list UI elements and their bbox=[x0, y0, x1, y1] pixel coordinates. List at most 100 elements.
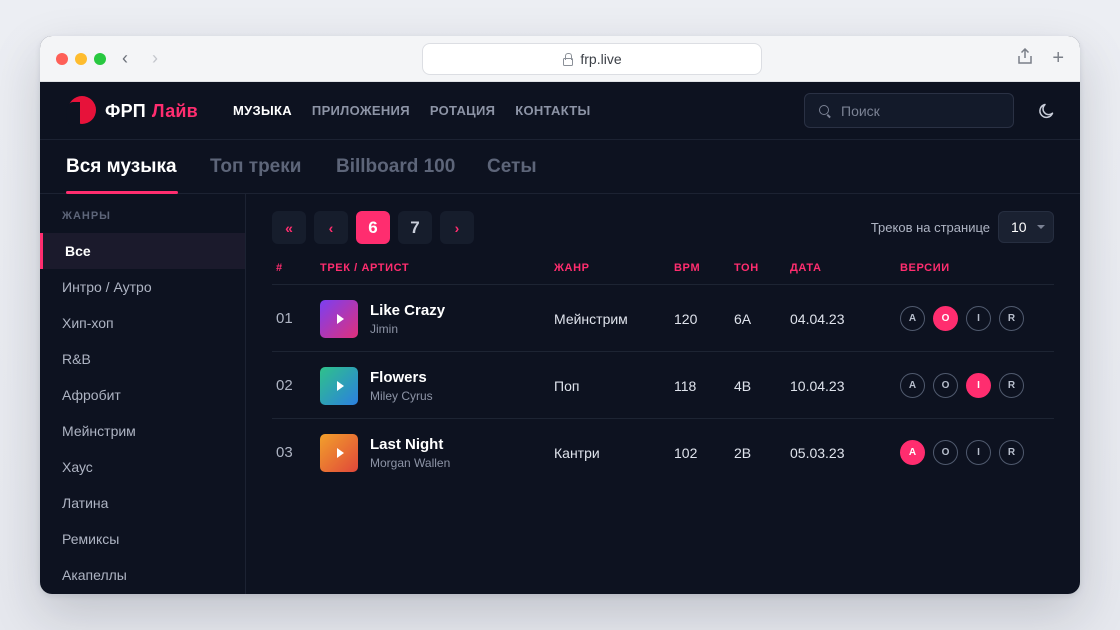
versions-group: A O I R bbox=[900, 306, 1032, 331]
logo-name: ФРП bbox=[105, 100, 146, 121]
version-i-button[interactable]: I bbox=[966, 373, 991, 398]
sidebar-item-remixes[interactable]: Ремиксы bbox=[40, 521, 245, 557]
page-6-button[interactable]: 6 bbox=[356, 211, 390, 244]
sidebar-item-intro-outro[interactable]: Интро / Аутро bbox=[40, 269, 245, 305]
zoom-window-button[interactable] bbox=[94, 53, 106, 65]
version-r-button[interactable]: R bbox=[999, 306, 1024, 331]
prev-page-button[interactable]: ‹ bbox=[314, 211, 348, 244]
per-page-select[interactable]: 10 bbox=[998, 211, 1054, 243]
version-buttons: A O I R bbox=[900, 285, 1032, 352]
pagination: « ‹ 6 7 › bbox=[272, 211, 482, 244]
lock-icon bbox=[562, 53, 574, 66]
tab-billboard-100[interactable]: Billboard 100 bbox=[336, 156, 455, 178]
track-info: Flowers Miley Cyrus bbox=[370, 369, 433, 403]
track-date: 04.04.23 bbox=[790, 310, 845, 327]
track-number: 03 bbox=[276, 444, 293, 461]
track-title[interactable]: Like Crazy bbox=[370, 302, 445, 319]
track-bpm: 118 bbox=[674, 377, 697, 394]
versions-group: A O I R bbox=[900, 373, 1032, 398]
version-r-button[interactable]: R bbox=[999, 373, 1024, 398]
table-header: # ТРЕК / АРТИСТ ЖАНР BPM ТОН ДАТА ВЕРСИИ bbox=[272, 262, 1054, 284]
track-bpm: 120 bbox=[674, 310, 698, 327]
app-header: ФРП Лайв МУЗЫКА ПРИЛОЖЕНИЯ РОТАЦИЯ КОНТАК… bbox=[40, 82, 1080, 140]
tab-top-tracks[interactable]: Топ треки bbox=[210, 156, 301, 178]
versions-group: A O I R bbox=[900, 440, 1032, 465]
minimize-window-button[interactable] bbox=[75, 53, 87, 65]
track-key: 2B bbox=[734, 444, 752, 461]
sidebar-item-rnb[interactable]: R&B bbox=[40, 341, 245, 377]
table-row[interactable]: 02 Flowers Miley Cyrus Поп 118 4B 10.04.… bbox=[272, 351, 1054, 418]
close-window-button[interactable] bbox=[56, 53, 68, 65]
nav-item-music[interactable]: МУЗЫКА bbox=[233, 103, 292, 118]
play-button[interactable] bbox=[320, 433, 358, 472]
track-cell: Like Crazy Jimin bbox=[320, 285, 445, 352]
track-artist[interactable]: Morgan Wallen bbox=[370, 456, 450, 470]
forward-arrow-icon[interactable]: › bbox=[152, 48, 158, 68]
nav-item-contacts[interactable]: КОНТАКТЫ bbox=[515, 103, 590, 118]
track-artist[interactable]: Jimin bbox=[370, 322, 445, 336]
browser-toolbar: ‹ › frp.live + bbox=[40, 36, 1080, 82]
version-a-button[interactable]: A bbox=[900, 440, 925, 465]
first-page-button[interactable]: « bbox=[272, 211, 306, 244]
track-genre: Поп bbox=[554, 377, 580, 394]
track-cell: Last Night Morgan Wallen bbox=[320, 419, 450, 486]
sidebar-item-house[interactable]: Хаус bbox=[40, 449, 245, 485]
track-key: 4B bbox=[734, 377, 752, 394]
play-icon bbox=[336, 313, 344, 324]
sidebar-item-mainstream[interactable]: Мейнстрим bbox=[40, 413, 245, 449]
version-i-button[interactable]: I bbox=[966, 306, 991, 331]
nav-item-apps[interactable]: ПРИЛОЖЕНИЯ bbox=[312, 103, 410, 118]
sidebar-item-acapellas[interactable]: Акапеллы bbox=[40, 557, 245, 593]
play-button[interactable] bbox=[320, 299, 358, 338]
version-i-button[interactable]: I bbox=[966, 440, 991, 465]
track-date: 10.04.23 bbox=[790, 377, 845, 394]
nav-item-rotation[interactable]: РОТАЦИЯ bbox=[430, 103, 495, 118]
track-genre: Мейнстрим bbox=[554, 310, 628, 327]
track-title[interactable]: Last Night bbox=[370, 436, 450, 453]
per-page-control: Треков на странице 10 bbox=[871, 211, 1054, 243]
moon-icon[interactable] bbox=[1038, 102, 1056, 120]
track-key: 6A bbox=[734, 310, 752, 327]
new-tab-icon[interactable]: + bbox=[1052, 48, 1064, 68]
version-o-button[interactable]: O bbox=[933, 306, 958, 331]
version-a-button[interactable]: A bbox=[900, 306, 925, 331]
chevron-down-icon bbox=[1036, 225, 1045, 229]
tracks-panel: « ‹ 6 7 › Треков на странице 10 # ТРЕК /… bbox=[246, 194, 1080, 594]
search-input[interactable] bbox=[841, 102, 991, 119]
logo[interactable]: ФРП Лайв bbox=[66, 96, 198, 126]
version-a-button[interactable]: A bbox=[900, 373, 925, 398]
play-icon bbox=[336, 380, 344, 391]
page-7-button[interactable]: 7 bbox=[398, 211, 432, 244]
address-bar[interactable]: frp.live bbox=[422, 43, 762, 75]
version-r-button[interactable]: R bbox=[999, 440, 1024, 465]
logo-mark-icon bbox=[66, 96, 96, 126]
back-arrow-icon[interactable]: ‹ bbox=[122, 48, 128, 68]
sidebar-item-all[interactable]: Все bbox=[40, 233, 245, 269]
play-button[interactable] bbox=[320, 366, 358, 405]
col-header-bpm: BPM bbox=[674, 262, 701, 274]
version-buttons: A O I R bbox=[900, 352, 1032, 419]
track-artist[interactable]: Miley Cyrus bbox=[370, 389, 433, 403]
content: ЖАНРЫ Все Интро / Аутро Хип-хоп R&B Афро… bbox=[40, 194, 1080, 594]
url-text: frp.live bbox=[580, 51, 622, 67]
version-o-button[interactable]: O bbox=[933, 373, 958, 398]
track-number: 01 bbox=[276, 310, 293, 327]
version-buttons: A O I R bbox=[900, 419, 1032, 486]
sidebar-item-afrobeat[interactable]: Афробит bbox=[40, 377, 245, 413]
track-genre: Кантри bbox=[554, 444, 600, 461]
col-header-date: ДАТА bbox=[790, 262, 822, 274]
tab-sets[interactable]: Сеты bbox=[487, 156, 537, 178]
logo-text: ФРП Лайв bbox=[105, 101, 198, 122]
tab-all-music[interactable]: Вся музыка bbox=[66, 156, 177, 178]
version-o-button[interactable]: O bbox=[933, 440, 958, 465]
track-title[interactable]: Flowers bbox=[370, 369, 433, 386]
sidebar-item-latina[interactable]: Латина bbox=[40, 485, 245, 521]
sidebar-item-hip-hop[interactable]: Хип-хоп bbox=[40, 305, 245, 341]
next-page-button[interactable]: › bbox=[440, 211, 474, 244]
col-header-track: ТРЕК / АРТИСТ bbox=[320, 262, 410, 274]
table-row[interactable]: 01 Like Crazy Jimin Мейнстрим 120 6A 04.… bbox=[272, 284, 1054, 351]
table-row[interactable]: 03 Last Night Morgan Wallen Кантри 102 2… bbox=[272, 418, 1054, 485]
share-icon[interactable] bbox=[1018, 47, 1032, 68]
browser-window: ‹ › frp.live + ФРП Лайв МУЗЫКА ПРИЛОЖЕНИЯ… bbox=[40, 36, 1080, 594]
track-info: Last Night Morgan Wallen bbox=[370, 436, 450, 470]
